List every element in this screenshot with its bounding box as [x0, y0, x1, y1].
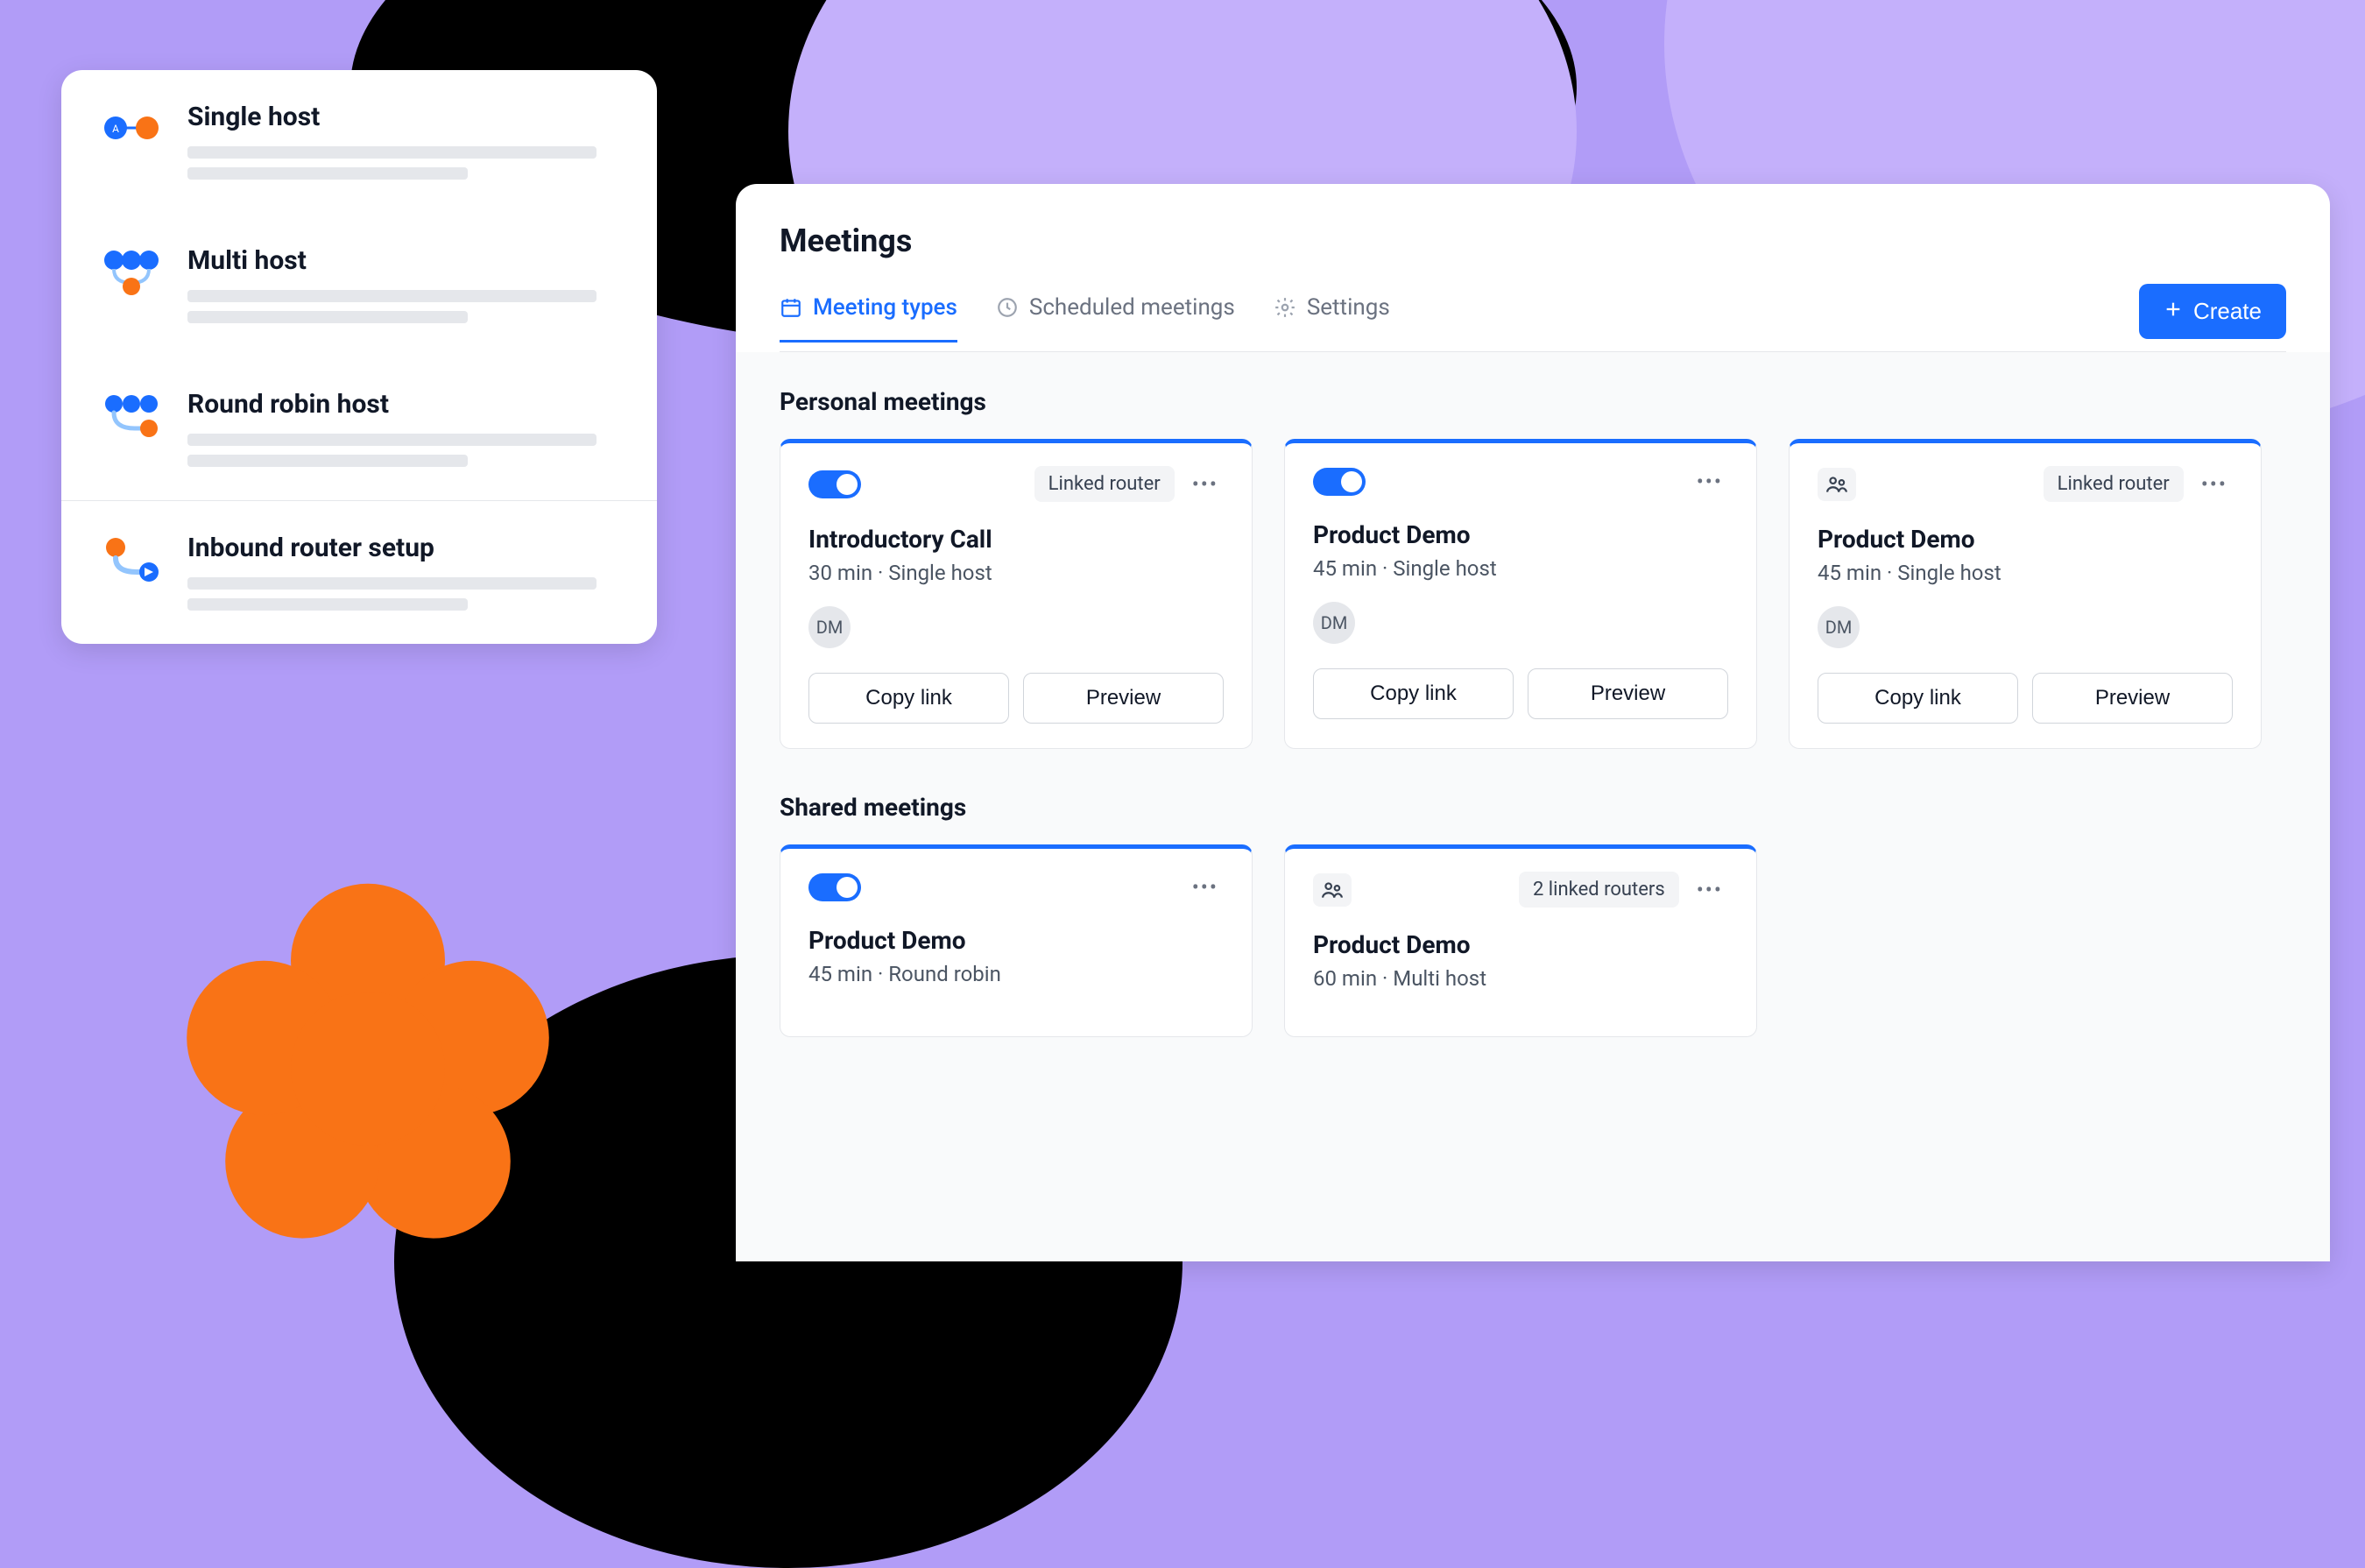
- multi-user-icon: [1818, 468, 1856, 501]
- enable-toggle[interactable]: [808, 873, 861, 901]
- single-host-icon: A: [100, 102, 163, 154]
- round-robin-icon: [100, 389, 163, 441]
- more-icon[interactable]: •••: [1187, 469, 1224, 500]
- sidebar-item-round-robin[interactable]: Round robin host: [61, 357, 657, 500]
- enable-toggle[interactable]: [1313, 468, 1366, 496]
- more-icon[interactable]: •••: [2196, 469, 2233, 500]
- meeting-title: Product Demo: [1313, 930, 1728, 959]
- multi-host-icon: [100, 245, 163, 298]
- card-row: Linked router ••• Introductory Call 30 m…: [780, 439, 2286, 749]
- linked-router-badge: 2 linked routers: [1519, 872, 1679, 908]
- skeleton-line: [187, 167, 468, 180]
- preview-button[interactable]: Preview: [2032, 673, 2233, 724]
- tab-label: Settings: [1307, 294, 1390, 321]
- page-title: Meetings: [780, 222, 2286, 259]
- skeleton-line: [187, 146, 597, 159]
- meeting-card[interactable]: Linked router ••• Introductory Call 30 m…: [780, 439, 1253, 749]
- meeting-subtitle: 45 min · Single host: [1818, 561, 2233, 585]
- copy-link-button[interactable]: Copy link: [1818, 673, 2018, 724]
- calendar-icon: [780, 296, 802, 319]
- meeting-card[interactable]: 2 linked routers ••• Product Demo 60 min…: [1284, 844, 1757, 1037]
- meeting-subtitle: 45 min · Single host: [1313, 556, 1728, 581]
- sidebar-item-single-host[interactable]: A Single host: [61, 70, 657, 213]
- section-title-shared: Shared meetings: [780, 793, 2286, 822]
- card-row: ••• Product Demo 45 min · Round robin 2 …: [780, 844, 2286, 1037]
- tab-scheduled-meetings[interactable]: Scheduled meetings: [996, 294, 1235, 343]
- avatar: DM: [1818, 606, 1860, 648]
- section-title-personal: Personal meetings: [780, 387, 2286, 416]
- svg-text:A: A: [112, 123, 119, 135]
- gear-icon: [1274, 296, 1296, 319]
- avatar: DM: [808, 606, 851, 648]
- enable-toggle[interactable]: [808, 470, 861, 498]
- skeleton-line: [187, 290, 597, 302]
- copy-link-button[interactable]: Copy link: [808, 673, 1009, 724]
- more-icon[interactable]: •••: [1691, 874, 1728, 906]
- meeting-subtitle: 45 min · Round robin: [808, 962, 1224, 986]
- sidebar-item-label: Single host: [187, 102, 618, 132]
- decorative-flower-icon: [175, 876, 561, 1261]
- meeting-card[interactable]: Linked router ••• Product Demo 45 min · …: [1789, 439, 2262, 749]
- skeleton-line: [187, 311, 468, 323]
- tab-label: Meeting types: [813, 294, 957, 321]
- skeleton-line: [187, 434, 597, 446]
- sidebar-item-inbound-router[interactable]: Inbound router setup: [61, 501, 657, 644]
- sidebar-item-multi-host[interactable]: Multi host: [61, 213, 657, 357]
- sidebar-item-label: Round robin host: [187, 389, 618, 420]
- tab-settings[interactable]: Settings: [1274, 294, 1390, 343]
- linked-router-badge: Linked router: [2044, 466, 2184, 502]
- sidebar-item-label: Inbound router setup: [187, 533, 618, 563]
- skeleton-line: [187, 577, 597, 590]
- host-types-panel: A Single host Multi host Round robin hos…: [61, 70, 657, 644]
- meeting-title: Product Demo: [1313, 520, 1728, 549]
- meeting-title: Product Demo: [808, 926, 1224, 955]
- avatar: DM: [1313, 602, 1355, 644]
- skeleton-line: [187, 455, 468, 467]
- more-icon[interactable]: •••: [1187, 872, 1224, 903]
- linked-router-badge: Linked router: [1034, 466, 1175, 502]
- meeting-subtitle: 60 min · Multi host: [1313, 966, 1728, 991]
- clock-icon: [996, 296, 1019, 319]
- more-icon[interactable]: •••: [1691, 466, 1728, 498]
- meeting-card[interactable]: ••• Product Demo 45 min · Round robin: [780, 844, 1253, 1037]
- preview-button[interactable]: Preview: [1528, 668, 1728, 719]
- meeting-subtitle: 30 min · Single host: [808, 561, 1224, 585]
- tab-meeting-types[interactable]: Meeting types: [780, 294, 957, 343]
- meeting-card[interactable]: ••• Product Demo 45 min · Single host DM…: [1284, 439, 1757, 749]
- tab-label: Scheduled meetings: [1029, 294, 1235, 321]
- meeting-title: Product Demo: [1818, 525, 2233, 554]
- multi-user-icon: [1313, 873, 1352, 907]
- meeting-title: Introductory Call: [808, 525, 1224, 554]
- tabbar: Meeting types Scheduled meetings Setting…: [780, 284, 2286, 352]
- create-label: Create: [2193, 298, 2262, 325]
- copy-link-button[interactable]: Copy link: [1313, 668, 1514, 719]
- preview-button[interactable]: Preview: [1023, 673, 1224, 724]
- meetings-panel: Meetings Meeting types Scheduled meeting…: [736, 184, 2330, 1261]
- skeleton-line: [187, 598, 468, 611]
- plus-icon: [2164, 298, 2183, 325]
- create-button[interactable]: Create: [2139, 284, 2286, 339]
- inbound-router-icon: [100, 533, 163, 585]
- sidebar-item-label: Multi host: [187, 245, 618, 276]
